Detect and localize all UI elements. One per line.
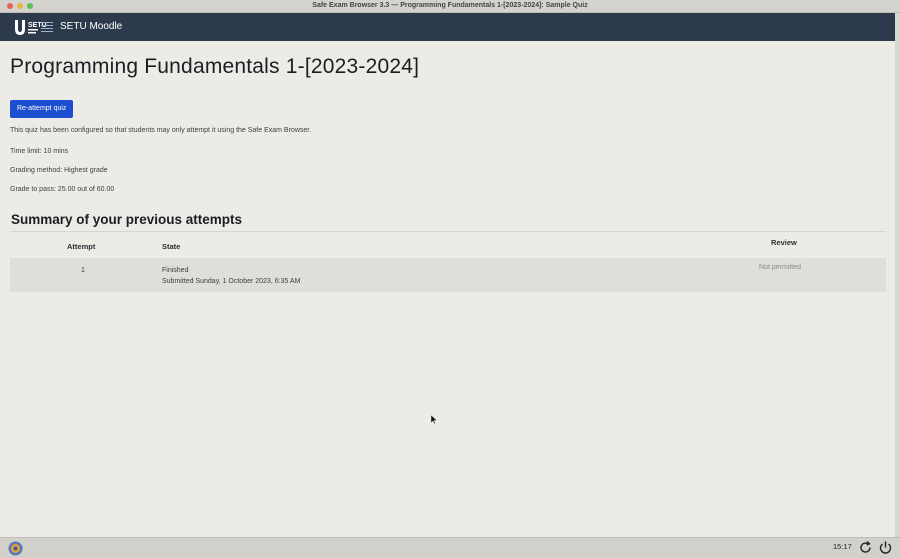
attempt-number: 1 (81, 267, 85, 274)
summary-heading: Summary of your previous attempts (11, 212, 243, 227)
table-header-row: Attempt State Review (10, 231, 886, 259)
window-titlebar: Safe Exam Browser 3.3 — Programming Fund… (0, 0, 900, 13)
taskbar: 15:17 (0, 537, 900, 558)
site-name-link[interactable]: SETU Moodle (60, 13, 122, 41)
grading-method-text: Grading method: Highest grade (10, 167, 108, 174)
column-header-review: Review (771, 238, 797, 247)
page-title: Programming Fundamentals 1-[2023-2024] (10, 55, 420, 78)
attempt-state: Finished (162, 267, 189, 274)
seb-app-icon[interactable] (8, 541, 23, 556)
window-edge (895, 13, 900, 537)
setu-logo[interactable]: SETU (14, 19, 54, 36)
power-icon[interactable] (878, 540, 893, 555)
clock: 15:17 (833, 542, 852, 551)
mouse-pointer-icon (431, 415, 437, 424)
reattempt-quiz-button[interactable]: Re-attempt quiz (10, 100, 74, 118)
table-row: 1 Finished Submitted Sunday, 1 October 2… (10, 258, 886, 292)
navbar: SETU SETU Moodle (0, 13, 895, 41)
reload-icon[interactable] (858, 540, 873, 555)
attempt-review-status: Not permitted (759, 264, 802, 271)
main-content: Programming Fundamentals 1-[2023-2024] R… (0, 41, 895, 537)
grade-to-pass-text: Grade to pass: 25.00 out of 60.00 (10, 186, 115, 193)
attempt-submitted-date: Submitted Sunday, 1 October 2023, 6:35 A… (162, 278, 301, 285)
column-header-attempt: Attempt (67, 242, 96, 251)
attempts-table: Attempt State Review 1 Finished Submitte… (10, 231, 886, 292)
column-header-state: State (162, 242, 181, 251)
time-limit-text: Time limit: 10 mins (10, 148, 69, 155)
seb-requirement-text: This quiz has been configured so that st… (10, 127, 312, 134)
window-title: Safe Exam Browser 3.3 — Programming Fund… (312, 2, 588, 9)
